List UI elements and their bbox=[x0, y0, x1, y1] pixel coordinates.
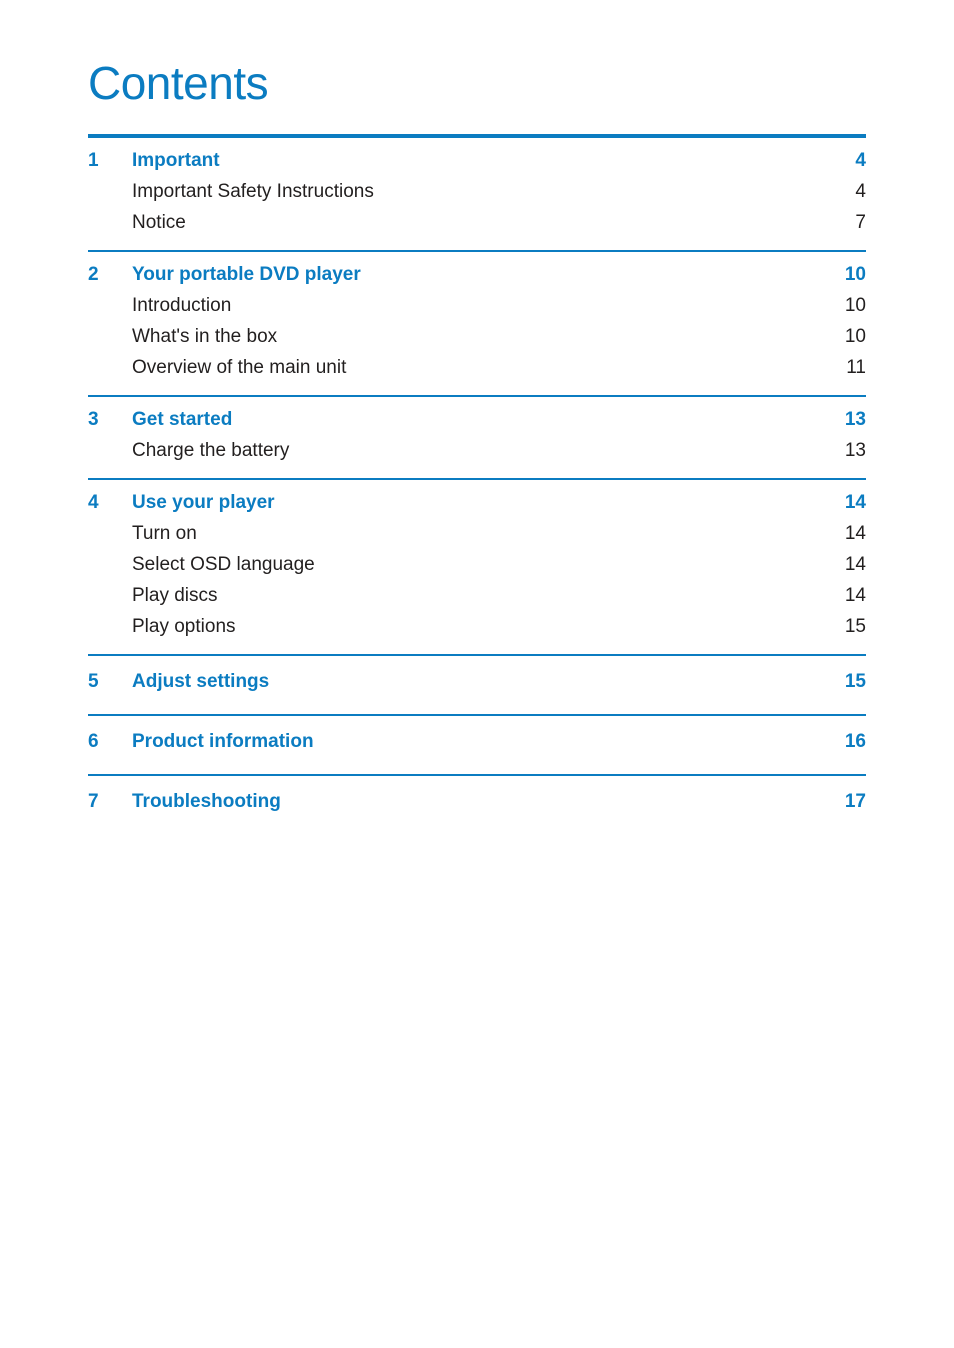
toc-section-title: Get started bbox=[132, 409, 233, 430]
toc-section-head: 7 Troubleshooting 17 bbox=[88, 776, 866, 817]
toc-entry-section[interactable]: 5 Adjust settings 15 bbox=[88, 666, 866, 697]
toc-subitem-list: Important Safety Instructions 4 Notice 7 bbox=[88, 176, 866, 250]
toc-section-page-number: 14 bbox=[844, 492, 866, 513]
toc-section: 6 Product information 16 bbox=[88, 716, 866, 774]
toc-section: 3 Get started 13 Charge the battery 13 bbox=[88, 397, 866, 478]
toc-subitem-label: Turn on bbox=[132, 523, 197, 544]
toc-subitem-page-number: 15 bbox=[844, 616, 866, 637]
toc-section-number: 7 bbox=[88, 791, 99, 812]
toc-subitem-label: Important Safety Instructions bbox=[132, 181, 374, 202]
toc-subitem-page-number: 14 bbox=[844, 554, 866, 575]
toc-subitem-label: Charge the battery bbox=[132, 440, 290, 461]
toc-subitem-label: What's in the box bbox=[132, 326, 278, 347]
toc-section-head: 5 Adjust settings 15 bbox=[88, 656, 866, 697]
toc-section-number: 4 bbox=[88, 492, 99, 513]
toc-section: 1 Important 4 Important Safety Instructions… bbox=[88, 138, 866, 250]
toc-subitem-list bbox=[88, 697, 866, 714]
table-of-contents: Contents 1 Important 4 Important Safety Ins… bbox=[88, 56, 866, 834]
toc-section-page-number: 17 bbox=[844, 791, 866, 812]
toc-subitem-label: Play discs bbox=[132, 585, 218, 606]
toc-subitem-page-number: 13 bbox=[844, 440, 866, 461]
toc-subitem-page-number: 14 bbox=[844, 585, 866, 606]
toc-subitem-list bbox=[88, 817, 866, 834]
toc-subitem-label: Overview of the main unit bbox=[132, 357, 347, 378]
toc-section-head: 4 Use your player 14 bbox=[88, 480, 866, 518]
toc-section-number: 5 bbox=[88, 671, 99, 692]
toc-section-head: 3 Get started 13 bbox=[88, 397, 866, 435]
toc-section-page-number: 16 bbox=[844, 731, 866, 752]
toc-section-head: 1 Important 4 bbox=[88, 138, 866, 176]
toc-section: 5 Adjust settings 15 bbox=[88, 656, 866, 714]
toc-entry-subitem[interactable]: Play discs 14 bbox=[88, 580, 866, 611]
toc-section-page-number: 15 bbox=[844, 671, 866, 692]
toc-entry-subitem[interactable]: Charge the battery 13 bbox=[88, 435, 866, 466]
toc-entry-subitem[interactable]: Select OSD language 14 bbox=[88, 549, 866, 580]
toc-entry-section[interactable]: 4 Use your player 14 bbox=[88, 487, 866, 518]
toc-section-list: 1 Important 4 Important Safety Instructions… bbox=[88, 138, 866, 834]
toc-section-head: 6 Product information 16 bbox=[88, 716, 866, 757]
toc-section-title: Adjust settings bbox=[132, 671, 270, 692]
toc-section-title: Your portable DVD player bbox=[132, 264, 361, 285]
toc-entry-subitem[interactable]: Introduction 10 bbox=[88, 290, 866, 321]
toc-entry-subitem[interactable]: Turn on 14 bbox=[88, 518, 866, 549]
toc-subitem-page-number: 11 bbox=[846, 357, 866, 378]
toc-subitem-page-number: 4 bbox=[855, 181, 866, 202]
toc-section-head: 2 Your portable DVD player 10 bbox=[88, 252, 866, 290]
toc-section-page-number: 13 bbox=[844, 409, 866, 430]
toc-entry-section[interactable]: 2 Your portable DVD player 10 bbox=[88, 259, 866, 290]
toc-subitem-page-number: 10 bbox=[844, 295, 866, 316]
toc-section-page-number: 4 bbox=[855, 150, 866, 171]
toc-subitem-list bbox=[88, 757, 866, 774]
toc-section-number: 1 bbox=[88, 150, 99, 171]
toc-subitem-label: Select OSD language bbox=[132, 554, 315, 575]
toc-entry-section[interactable]: 6 Product information 16 bbox=[88, 726, 866, 757]
toc-section: 2 Your portable DVD player 10 Introduction 1… bbox=[88, 252, 866, 395]
toc-entry-subitem[interactable]: Notice 7 bbox=[88, 207, 866, 238]
document-page: Contents 1 Important 4 Important Safety Ins… bbox=[0, 0, 954, 1348]
toc-subitem-list: Charge the battery 13 bbox=[88, 435, 866, 478]
toc-entry-section[interactable]: 3 Get started 13 bbox=[88, 404, 866, 435]
toc-entry-subitem[interactable]: Overview of the main unit 11 bbox=[88, 352, 866, 383]
toc-section: 7 Troubleshooting 17 bbox=[88, 776, 866, 834]
toc-subitem-label: Introduction bbox=[132, 295, 232, 316]
toc-section-number: 2 bbox=[88, 264, 99, 285]
toc-entry-section[interactable]: 1 Important 4 bbox=[88, 145, 866, 176]
toc-subitem-page-number: 7 bbox=[855, 212, 866, 233]
toc-entry-subitem[interactable]: Important Safety Instructions 4 bbox=[88, 176, 866, 207]
toc-section-title: Important bbox=[132, 150, 220, 171]
toc-section-page-number: 10 bbox=[844, 264, 866, 285]
toc-entry-subitem[interactable]: What's in the box 10 bbox=[88, 321, 866, 352]
toc-subitem-list: Introduction 10 What's in the box 10 Overvie… bbox=[88, 290, 866, 395]
toc-subitem-label: Notice bbox=[132, 212, 186, 233]
toc-entry-section[interactable]: 7 Troubleshooting 17 bbox=[88, 786, 866, 817]
toc-section-number: 6 bbox=[88, 731, 99, 752]
toc-subitem-page-number: 10 bbox=[844, 326, 866, 347]
toc-subitem-list: Turn on 14 Select OSD language 14 Play discs… bbox=[88, 518, 866, 654]
toc-section-number: 3 bbox=[88, 409, 99, 430]
toc-subitem-page-number: 14 bbox=[844, 523, 866, 544]
toc-section-title: Troubleshooting bbox=[132, 791, 281, 812]
toc-entry-subitem[interactable]: Play options 15 bbox=[88, 611, 866, 642]
toc-subitem-label: Play options bbox=[132, 616, 236, 637]
toc-section-title: Use your player bbox=[132, 492, 275, 513]
toc-section: 4 Use your player 14 Turn on 14 Select OSD la… bbox=[88, 480, 866, 654]
page-title: Contents bbox=[88, 57, 269, 109]
toc-section-title: Product information bbox=[132, 731, 314, 752]
